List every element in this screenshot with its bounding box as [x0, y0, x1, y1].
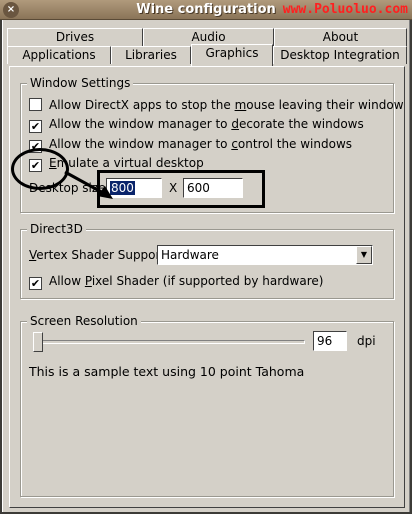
group-title: Window Settings: [27, 76, 134, 90]
vertex-shader-label: Vertex Shader Support:: [29, 248, 169, 262]
title-bar: × Wine configuration www.Poluoluo.com: [0, 0, 412, 20]
dpi-input[interactable]: 96: [313, 331, 347, 351]
label-text: ertex Shader Support:: [36, 248, 170, 262]
window-body: Drives Audio About Applications Librarie…: [2, 20, 410, 512]
option-pixel-shader[interactable]: ✔ Allow Pixel Shader (if supported by har…: [29, 274, 323, 290]
option-label: Allow DirectX apps to stop the: [49, 98, 235, 112]
option-control-windows[interactable]: ✔ Allow the window manager to control the…: [29, 137, 352, 153]
tab-label: Graphics: [205, 46, 259, 60]
option-label: P: [84, 274, 92, 288]
tab-graphics[interactable]: Graphics: [191, 44, 273, 66]
chevron-down-icon[interactable]: ▼: [356, 246, 372, 264]
option-label: Allow the window manager to: [49, 117, 232, 131]
graphics-panel: Window Settings Allow DirectX apps to st…: [9, 66, 405, 508]
option-label: Allow: [49, 274, 85, 288]
checkbox[interactable]: ✔: [29, 120, 42, 133]
screen-resolution-group: Screen Resolution 96 dpi This is a sampl…: [20, 314, 394, 497]
sample-text: This is a sample text using 10 point Tah…: [29, 364, 305, 379]
select-value: Hardware: [161, 248, 219, 262]
watermark: www.Poluoluo.com: [282, 2, 408, 17]
dpi-slider-track[interactable]: [35, 340, 305, 344]
tab-label: Audio: [191, 30, 226, 44]
tab-about[interactable]: About: [274, 28, 407, 46]
option-label: d: [231, 117, 239, 131]
tab-drives[interactable]: Drives: [7, 28, 143, 46]
tab-applications[interactable]: Applications: [7, 46, 111, 64]
tab-label: Applications: [22, 48, 96, 62]
arrow-icon: [64, 170, 113, 199]
option-label: m: [234, 98, 247, 112]
option-label: ouse leaving their window: [246, 98, 404, 112]
tab-desktop-integration[interactable]: Desktop Integration: [273, 46, 407, 64]
option-label: Allow the window manager to: [49, 137, 232, 151]
checkbox[interactable]: ✔: [29, 277, 42, 290]
option-label: ecorate the windows: [238, 117, 364, 131]
tab-label: Desktop Integration: [280, 48, 400, 62]
group-title: Screen Resolution: [27, 314, 141, 328]
dpi-slider-handle[interactable]: [33, 332, 43, 352]
option-label: ontrol the windows: [237, 137, 353, 151]
tab-label: Libraries: [125, 48, 177, 62]
option-directx-mouse[interactable]: Allow DirectX apps to stop the mouse lea…: [29, 98, 404, 112]
vertex-shader-select[interactable]: Hardware ▼: [157, 245, 373, 265]
dpi-unit-label: dpi: [357, 334, 376, 348]
checkbox[interactable]: [29, 98, 42, 111]
option-label: c: [231, 137, 238, 151]
highlight-box: [97, 170, 265, 208]
option-label: ixel Shader (if supported by hardware): [91, 274, 324, 288]
tab-libraries[interactable]: Libraries: [111, 46, 191, 64]
tab-label: Drives: [55, 30, 95, 44]
option-decorate-windows[interactable]: ✔ Allow the window manager to decorate th…: [29, 117, 364, 133]
group-title: Direct3D: [27, 222, 86, 236]
direct3d-group: Direct3D Vertex Shader Support: Hardware…: [20, 222, 394, 299]
tab-label: About: [322, 30, 359, 44]
